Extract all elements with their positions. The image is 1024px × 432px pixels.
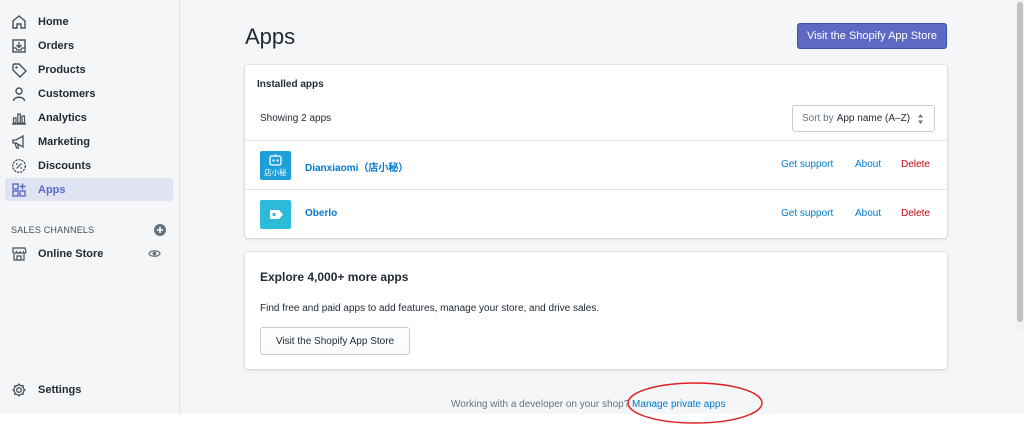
- megaphone-icon: [11, 134, 27, 150]
- app-name-link[interactable]: Oberlo: [305, 208, 337, 219]
- eye-icon[interactable]: [148, 247, 161, 260]
- bar-chart-icon: [11, 110, 27, 126]
- showing-count: Showing 2 apps: [260, 113, 332, 124]
- get-support-link[interactable]: Get support: [781, 208, 833, 219]
- annotation-circle: [627, 382, 763, 424]
- apps-icon: [11, 182, 27, 198]
- sort-label: Sort by: [802, 113, 834, 124]
- page-title: Apps: [245, 24, 296, 49]
- sidebar-item-orders[interactable]: Orders: [5, 34, 173, 57]
- sidebar-item-label: Apps: [38, 183, 66, 196]
- sidebar-item-customers[interactable]: Customers: [5, 82, 173, 105]
- sidebar: Home Orders Products Customers Analytics: [0, 0, 180, 414]
- dianxiaomi-logo: 店小秘: [260, 151, 291, 180]
- person-icon: [11, 86, 27, 102]
- sidebar-item-marketing[interactable]: Marketing: [5, 130, 173, 153]
- sidebar-item-label: Settings: [38, 383, 82, 396]
- sales-channels-title: SALES CHANNELS: [11, 225, 95, 235]
- app-row-oberlo: Oberlo Get support About Delete: [245, 189, 947, 238]
- app-row-dianxiaomi: 店小秘 Dianxiaomi（店小秘） Get support About De…: [245, 140, 947, 189]
- home-icon: [11, 14, 27, 30]
- sidebar-item-discounts[interactable]: Discounts: [5, 154, 173, 177]
- visit-app-store-secondary-button[interactable]: Visit the Shopify App Store: [260, 327, 410, 355]
- dianxiaomi-logo-text: 店小秘: [264, 167, 287, 177]
- sidebar-item-label: Orders: [38, 39, 75, 52]
- sidebar-item-settings[interactable]: Settings: [5, 378, 173, 401]
- sidebar-item-label: Analytics: [38, 111, 87, 124]
- sidebar-item-label: Home: [38, 15, 69, 28]
- select-arrows-icon: [917, 113, 924, 125]
- gear-icon: [11, 382, 27, 398]
- explore-apps-card: Explore 4,000+ more apps Find free and p…: [245, 252, 947, 369]
- footer-text: Working with a developer on your shop?: [451, 399, 630, 410]
- sort-value: App name (A–Z): [836, 113, 911, 124]
- orders-icon: [11, 38, 27, 54]
- scrollbar-thumb[interactable]: [1017, 2, 1023, 322]
- sidebar-item-apps[interactable]: Apps: [5, 178, 173, 201]
- sidebar-item-label: Discounts: [38, 159, 92, 172]
- app-name-link[interactable]: Dianxiaomi（店小秘）: [305, 159, 408, 174]
- sidebar-item-label: Online Store: [38, 247, 104, 260]
- tag-icon: [11, 62, 27, 78]
- visit-app-store-button[interactable]: Visit the Shopify App Store: [797, 23, 947, 49]
- delete-link[interactable]: Delete: [901, 208, 930, 219]
- installed-apps-card: Installed apps Showing 2 apps Sort by Ap…: [245, 65, 947, 238]
- get-support-link[interactable]: Get support: [781, 159, 833, 170]
- discount-icon: [11, 158, 27, 174]
- explore-description: Find free and paid apps to add features,…: [260, 303, 600, 314]
- installed-apps-title: Installed apps: [257, 79, 324, 90]
- delete-link[interactable]: Delete: [901, 159, 930, 170]
- about-link[interactable]: About: [855, 208, 881, 219]
- store-icon: [11, 246, 27, 262]
- explore-title: Explore 4,000+ more apps: [260, 270, 409, 284]
- sidebar-item-home[interactable]: Home: [5, 10, 173, 33]
- sales-channels-header: SALES CHANNELS: [11, 224, 166, 236]
- sidebar-item-label: Products: [38, 63, 86, 76]
- about-link[interactable]: About: [855, 159, 881, 170]
- sort-select[interactable]: Sort by App name (A–Z): [792, 105, 935, 132]
- sidebar-item-products[interactable]: Products: [5, 58, 173, 81]
- add-channel-icon[interactable]: [154, 224, 166, 236]
- oberlo-logo: [260, 200, 291, 229]
- sidebar-item-analytics[interactable]: Analytics: [5, 106, 173, 129]
- sidebar-item-label: Customers: [38, 87, 96, 100]
- sidebar-item-online-store[interactable]: Online Store: [5, 242, 173, 265]
- sidebar-item-label: Marketing: [38, 135, 90, 148]
- app-frame: Home Orders Products Customers Analytics: [0, 0, 1024, 414]
